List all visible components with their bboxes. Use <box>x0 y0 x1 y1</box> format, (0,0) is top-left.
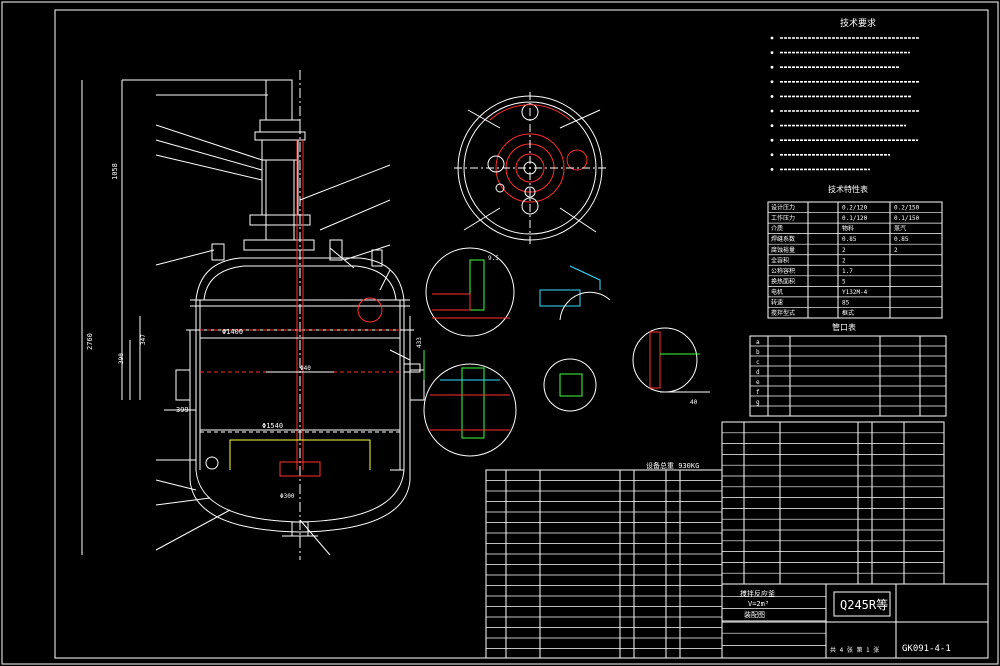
title-assembly: 装配图 <box>744 610 765 619</box>
dim-40: 40 <box>690 399 698 406</box>
total-weight: 设备总重 930KG <box>646 461 699 470</box>
dim-shaft-dia: Φ40 <box>300 365 311 372</box>
drawing-code: GK091-4-1 <box>902 644 951 654</box>
cad-drawing-canvas: 设计压力 0.2/120 0.2/150 工作压力 0.1/120 0.1/150 介质 物料… <box>0 0 1000 666</box>
title-volume: V=2m³ <box>748 600 769 608</box>
tech-requirements-title: 技术要求 <box>840 17 876 29</box>
dim-433: 433 <box>416 337 423 348</box>
dim-top-height: 1058 <box>111 163 119 180</box>
tech-characteristics-title: 技术特性表 <box>828 184 868 194</box>
dim-9-5: 9.5 <box>488 255 499 262</box>
dim-399: 399 <box>176 406 189 414</box>
dim-shell-dia: Φ1400 <box>222 328 243 336</box>
dim-phi300: Φ300 <box>280 493 295 500</box>
text-layer: 技术要求 技术特性表 管口表 设备总重 930KG Q245R等 GK091-4… <box>86 17 951 654</box>
title-sheet: 共 4 张 第 1 张 <box>830 646 879 654</box>
dim-jacket-dia: Φ1540 <box>262 422 283 430</box>
material-label: Q245R等 <box>840 598 888 612</box>
dim-overall-height: 2760 <box>86 333 94 350</box>
nozzle-table-title: 管口表 <box>832 322 856 332</box>
dim-390: 390 <box>118 353 125 364</box>
dim-347: 347 <box>140 334 147 345</box>
title-name: 搅拌反应釜 <box>740 589 775 598</box>
